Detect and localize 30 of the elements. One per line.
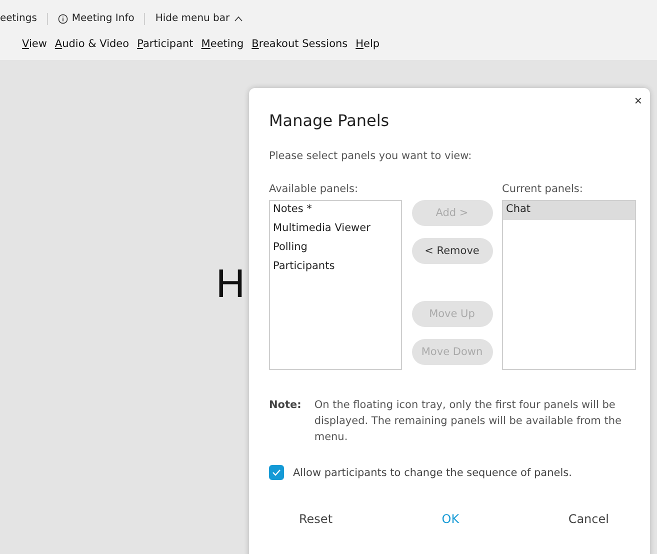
list-item[interactable]: Polling (270, 239, 401, 258)
checkbox-label: Allow participants to change the sequence of panels. (293, 466, 572, 478)
menu-item[interactable]: Audio & Video (54, 38, 130, 50)
menu-item[interactable]: Participant (137, 38, 194, 50)
info-icon (58, 14, 68, 24)
menu-item[interactable]: Help (356, 38, 380, 50)
list-label: Available panels: (269, 183, 360, 195)
note-label: Note: (269, 398, 302, 413)
toolbar-item[interactable]: eetings (0, 13, 37, 25)
checkmark-icon (272, 469, 281, 476)
list-item[interactable]: Chat (503, 201, 635, 220)
stage-title: H (216, 264, 245, 304)
checkbox[interactable] (269, 465, 284, 480)
toolbar-item[interactable]: Hide menu bar (155, 13, 230, 25)
toolbar-item[interactable]: Meeting Info (72, 13, 134, 25)
footer-button[interactable]: Reset (299, 512, 333, 526)
instruction-text: Please select panels you want to view: (269, 150, 473, 162)
note-text: On the floating icon tray, only the first four panels will be displayed. The remaining panels will be available from the menu. (314, 398, 622, 445)
footer-button[interactable]: Cancel (568, 512, 609, 526)
menu-item[interactable]: Meeting (201, 38, 244, 50)
list-item[interactable]: Notes * (270, 201, 401, 220)
action-button[interactable]: < Remove (412, 238, 492, 264)
list-label: Current panels: (502, 183, 584, 195)
caret-up-icon (234, 16, 243, 22)
menu-item[interactable]: View (22, 38, 47, 50)
list-item[interactable]: Participants (270, 258, 401, 277)
close-button[interactable]: × (634, 93, 642, 108)
dialog-title: Manage Panels (269, 111, 390, 130)
menu-item[interactable]: Breakout Sessions (252, 38, 348, 50)
list-item[interactable]: Multimedia Viewer (270, 220, 401, 239)
